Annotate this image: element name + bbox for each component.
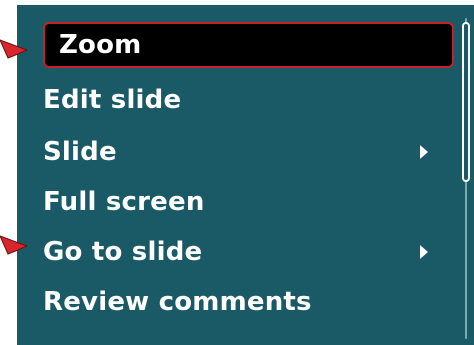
- menu-item-slide[interactable]: Slide: [41, 131, 436, 173]
- menu-item-label: Review comments: [43, 287, 312, 317]
- context-menu: Zoom Edit slide Slide Full screen Go to …: [17, 5, 474, 345]
- menu-item-label: Edit slide: [43, 85, 182, 115]
- menu-item-zoom[interactable]: Zoom: [43, 22, 454, 68]
- scrollbar-thumb[interactable]: [462, 22, 470, 182]
- menu-item-full-screen[interactable]: Full screen: [41, 181, 436, 223]
- chevron-right-icon: [420, 145, 428, 159]
- menu-item-label: Go to slide: [43, 237, 203, 267]
- callout-arrow-icon: [0, 39, 28, 59]
- menu-item-review-comments[interactable]: Review comments: [41, 281, 436, 323]
- menu-item-edit-slide[interactable]: Edit slide: [41, 79, 436, 121]
- callout-arrow-icon: [0, 235, 28, 255]
- menu-item-label: Full screen: [43, 187, 205, 217]
- menu-item-label: Zoom: [59, 30, 142, 60]
- chevron-right-icon: [420, 245, 428, 259]
- menu-item-label: Slide: [43, 137, 117, 167]
- scrollbar[interactable]: [461, 18, 471, 339]
- menu-item-go-to-slide[interactable]: Go to slide: [41, 231, 436, 273]
